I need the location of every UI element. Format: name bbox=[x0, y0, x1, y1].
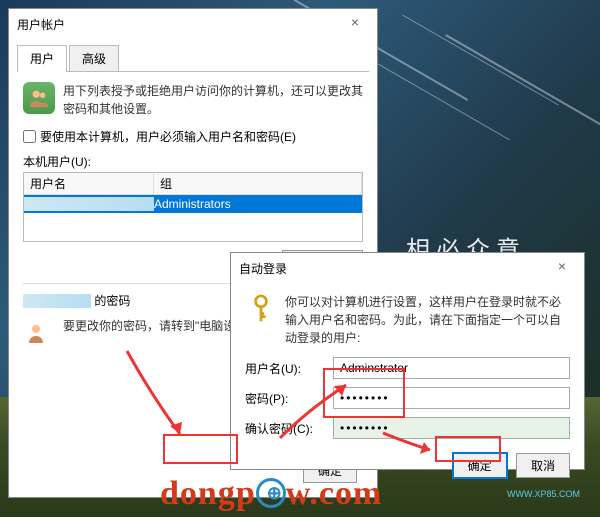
users-icon bbox=[23, 82, 55, 114]
column-group[interactable]: 组 bbox=[154, 173, 362, 194]
cancel-button[interactable]: 取消 bbox=[516, 453, 570, 478]
confirm-password-input[interactable] bbox=[333, 417, 570, 439]
username-label: 用户名(U): bbox=[245, 360, 325, 377]
key-icon bbox=[23, 317, 55, 349]
username-input[interactable] bbox=[333, 357, 570, 379]
require-password-checkbox[interactable]: 要使用本计算机，用户必须输入用户名和密码(E) bbox=[23, 128, 363, 145]
ok-button[interactable]: 确定 bbox=[453, 453, 507, 478]
confirm-password-label: 确认密码(C): bbox=[245, 420, 325, 437]
tab-users[interactable]: 用户 bbox=[17, 45, 67, 72]
password-input[interactable] bbox=[333, 387, 570, 409]
dialog2-intro: 你可以对计算机进行设置，这样用户在登录时就不必输入用户名和密码。为此，请在下面指… bbox=[285, 293, 570, 347]
intro-text: 用下列表授予或拒绝用户访问你的计算机，还可以更改其密码和其他设置。 bbox=[63, 82, 363, 118]
user-list[interactable]: 用户名 组 ████ Administrators bbox=[23, 172, 363, 242]
column-username[interactable]: 用户名 bbox=[24, 173, 154, 194]
close-icon[interactable]: × bbox=[341, 14, 369, 34]
tab-advanced[interactable]: 高级 bbox=[69, 45, 119, 72]
password-label: 密码(P): bbox=[245, 390, 325, 407]
watermark: dongp⊕w.com bbox=[160, 475, 382, 513]
table-row[interactable]: ████ Administrators bbox=[24, 195, 362, 213]
dialog-title: 用户帐户 bbox=[17, 16, 65, 33]
dialog2-title: 自动登录 bbox=[239, 260, 287, 277]
watermark-small: WWW.XP85.COM bbox=[507, 489, 580, 499]
key-icon bbox=[245, 293, 277, 325]
auto-login-dialog: 自动登录 × 你可以对计算机进行设置，这样用户在登录时就不必输入用户名和密码。为… bbox=[230, 252, 585, 470]
close-icon[interactable]: × bbox=[548, 258, 576, 278]
list-label: 本机用户(U): bbox=[23, 153, 363, 170]
